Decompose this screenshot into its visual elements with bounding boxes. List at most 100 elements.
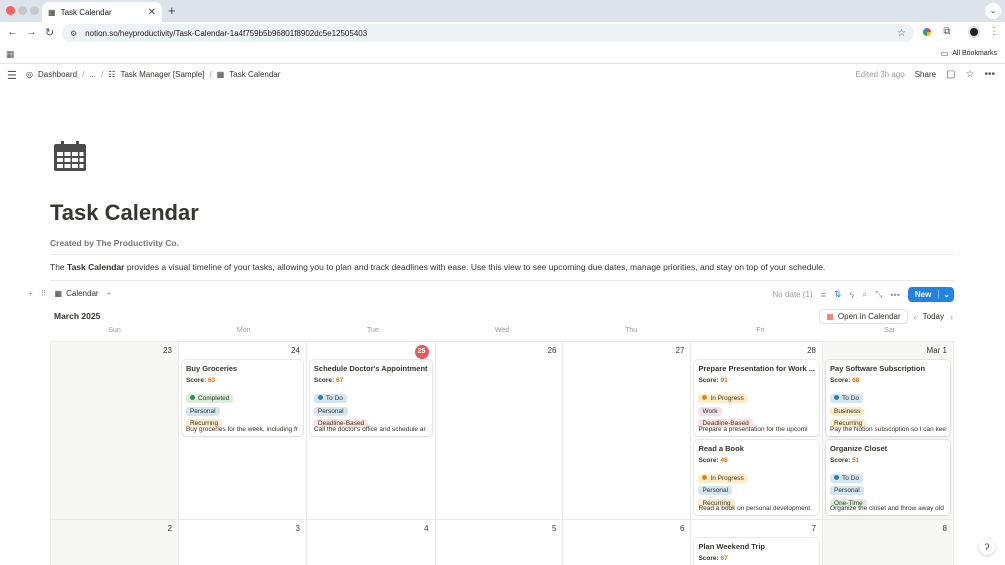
weekday: Mon	[236, 327, 251, 334]
puzzle-icon[interactable]: ⧉	[941, 26, 953, 38]
comment-icon[interactable]: ▢	[946, 69, 955, 80]
tab-title: Task Calendar	[60, 7, 112, 17]
extension-icon[interactable]	[921, 26, 933, 38]
task-card[interactable]: Prepare Presentation for Work ... Score:…	[694, 360, 820, 436]
calendar-day[interactable]: 25 Schedule Doctor's Appointment Score: …	[306, 342, 436, 520]
calendar-day[interactable]: 28 Prepare Presentation for Work ... Sco…	[691, 342, 824, 520]
site-settings-icon[interactable]: ⚙	[70, 29, 77, 38]
calendar-day[interactable]: 4	[307, 520, 436, 565]
calendar-day[interactable]: 26	[435, 342, 564, 520]
calendar-day[interactable]: Mar 1 Pay Software Subscription Score: 6…	[823, 342, 954, 520]
day-number: 2	[167, 524, 172, 533]
calendar-day[interactable]: 27	[563, 342, 692, 520]
day-number: 6	[680, 524, 685, 533]
score-label: Score:	[830, 456, 853, 464]
task-title: Organize Closet	[830, 443, 888, 453]
view-tab-calendar[interactable]: ▦ Calendar	[55, 289, 99, 298]
no-date-button[interactable]: No date (1)	[773, 290, 813, 299]
apps-grid-icon[interactable]: ▦	[6, 49, 15, 60]
today-button[interactable]: Today	[923, 312, 944, 321]
automation-icon[interactable]: ϟ	[849, 290, 854, 300]
help-icon[interactable]: ʔ	[979, 539, 995, 555]
expand-icon[interactable]: ⤡	[875, 289, 882, 300]
sort-icon[interactable]: ⇅	[834, 289, 842, 300]
weekday: Fri	[756, 327, 765, 334]
chevron-down-icon[interactable]: ⌄	[938, 290, 954, 299]
menu-icon[interactable]: ☰	[7, 69, 17, 82]
add-view-icon[interactable]: +	[107, 289, 112, 298]
day-number: 4	[424, 524, 429, 533]
search-icon[interactable]: ⌕	[862, 289, 867, 300]
more-icon[interactable]: •••	[984, 69, 995, 80]
day-number: 5	[552, 524, 557, 533]
day-number: 28	[807, 346, 817, 355]
weekday: Thu	[625, 327, 638, 334]
breadcrumb-ellipsis[interactable]: ...	[89, 70, 96, 79]
forward-icon[interactable]: →	[26, 26, 37, 38]
all-bookmarks-button[interactable]: ▭ All Bookmarks	[941, 49, 997, 58]
prev-month-icon[interactable]: ‹	[914, 312, 917, 322]
desc-prefix: The	[50, 262, 68, 272]
score-label: Score:	[698, 555, 721, 562]
task-title: Schedule Doctor's Appointment	[313, 364, 428, 373]
filter-icon[interactable]: ≡	[821, 290, 826, 300]
calendar-day[interactable]: 6	[563, 520, 692, 565]
calendar-icon: ▦	[826, 312, 834, 321]
minimize-window-button[interactable]	[18, 6, 27, 15]
calendar-day[interactable]: 8	[823, 520, 954, 565]
new-button-label: New	[914, 290, 932, 299]
bookmark-star-icon[interactable]: ☆	[897, 28, 906, 39]
breadcrumb-dashboard[interactable]: Dashboard	[38, 70, 77, 79]
task-card[interactable]: Plan Weekend Trip Score: 67	[694, 538, 820, 565]
add-block-icon[interactable]: +	[28, 289, 33, 298]
task-card[interactable]: Read a Book Score: 48 In Progress Person…	[694, 439, 820, 515]
calendar-icon: ▦	[48, 7, 56, 17]
browser-tab[interactable]: ▦ Task Calendar ✕	[42, 2, 162, 22]
calendar-day[interactable]: 24 Buy Groceries Score: 63 Completed Per…	[178, 342, 307, 520]
maximize-window-button[interactable]	[30, 6, 39, 15]
task-card[interactable]: Pay Software Subscription Score: 68 To D…	[826, 360, 950, 436]
share-button[interactable]: Share	[915, 70, 936, 79]
avatar[interactable]	[968, 26, 980, 38]
back-icon[interactable]: ←	[7, 26, 18, 38]
close-tab-icon[interactable]: ✕	[148, 7, 156, 18]
task-card[interactable]: Schedule Doctor's Appointment Score: 67 …	[309, 360, 432, 436]
favorite-star-icon[interactable]: ☆	[966, 69, 975, 80]
weekday: Tue	[366, 327, 379, 334]
calendar-day[interactable]: 7 Plan Weekend Trip Score: 67	[691, 520, 824, 565]
task-card[interactable]: Buy Groceries Score: 63 Completed Person…	[181, 360, 303, 436]
more-icon[interactable]: •••	[890, 290, 899, 300]
calendar-icon[interactable]	[54, 141, 86, 171]
calendar-day[interactable]: 23	[51, 342, 179, 520]
breadcrumb-task-calendar[interactable]: Task Calendar	[229, 70, 280, 79]
day-number: 7	[811, 524, 817, 533]
score-value: 48	[720, 456, 728, 464]
task-title: Read a Book	[698, 443, 744, 453]
task-score: Score: 48	[698, 457, 815, 464]
task-title: Buy Groceries	[185, 364, 238, 373]
next-month-icon[interactable]: ›	[950, 312, 953, 322]
drag-handle-icon[interactable]: ⠿	[41, 289, 47, 298]
task-description: Pay the Notion subscription so I can kee	[830, 425, 946, 433]
all-bookmarks-label: All Bookmarks	[952, 50, 997, 57]
reload-icon[interactable]: ↻	[45, 26, 54, 39]
page-title[interactable]: Task Calendar	[50, 200, 199, 226]
day-number-today: 25	[310, 345, 432, 360]
browser-menu-icon[interactable]: ⋮	[988, 26, 1000, 38]
url-input[interactable]: ⚙ notion.so/heyproductivity/Task-Calenda…	[62, 24, 914, 42]
breadcrumb-task-manager[interactable]: Task Manager [Sample]	[120, 70, 204, 79]
edited-status: Edited 3h ago	[855, 70, 905, 79]
calendar-grid: 23 24 Buy Groceries Score: 63 Completed …	[50, 341, 954, 565]
new-tab-button[interactable]: +	[168, 3, 176, 18]
open-in-calendar-button[interactable]: ▦ Open in Calendar	[819, 309, 908, 324]
task-description: Call the doctor's office and schedule ar	[313, 425, 426, 433]
calendar-day[interactable]: 2	[51, 520, 179, 565]
calendar-day[interactable]: 5	[436, 520, 564, 565]
open-in-calendar-label: Open in Calendar	[837, 312, 901, 321]
calendar-day[interactable]: 3	[179, 520, 307, 565]
close-window-button[interactable]	[6, 6, 15, 15]
task-card[interactable]: Organize Closet Score: 51 To Do Personal…	[826, 439, 950, 515]
month-label: March 2025	[54, 311, 101, 321]
chevron-down-icon[interactable]: ⌄	[985, 3, 1001, 19]
new-button[interactable]: New ⌄	[907, 287, 954, 302]
